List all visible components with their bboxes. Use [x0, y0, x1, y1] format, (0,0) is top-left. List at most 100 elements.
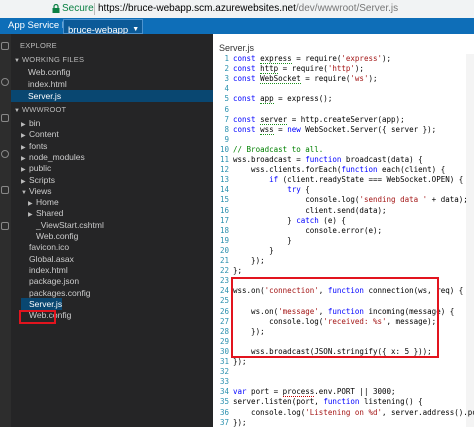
line-number: 21 — [219, 256, 229, 265]
code-line[interactable]: }); — [233, 418, 247, 427]
address-divider — [94, 3, 95, 15]
tree-folder[interactable]: ▶ node_modules — [21, 151, 85, 163]
line-number: 5 — [224, 94, 229, 104]
wwwroot-label: WWWROOT — [22, 105, 67, 114]
tree-item-label: Global.asax — [29, 253, 74, 264]
tree-folder[interactable]: ▶ Scripts — [21, 174, 55, 186]
line-number: 18 — [219, 225, 229, 235]
working-files-label: WORKING FILES — [22, 55, 85, 64]
tree-file[interactable]: _ViewStart.cshtml — [28, 219, 104, 231]
line-number: 32 — [219, 367, 229, 377]
working-file-item[interactable]: Web.config — [28, 66, 70, 78]
tree-folder[interactable]: ▶ Content — [21, 128, 59, 140]
tree-file[interactable]: favicon.ico — [21, 241, 69, 253]
file-title: Server.js — [219, 43, 255, 53]
working-files-header[interactable]: ▼ WORKING FILES — [14, 54, 84, 66]
git-icon[interactable] — [1, 114, 9, 122]
line-number: 16 — [219, 205, 229, 215]
line-number: 2 — [224, 64, 229, 74]
address-bar[interactable]: Secure https://bruce-webapp.scm.azureweb… — [0, 0, 474, 19]
tree-file[interactable]: Server.js — [21, 297, 63, 310]
line-number: 36 — [219, 407, 229, 417]
line-number: 35 — [219, 397, 229, 407]
console-icon[interactable] — [1, 222, 9, 230]
files-icon[interactable] — [1, 42, 9, 50]
tree-folder[interactable]: ▼ Views — [21, 185, 52, 197]
code-line[interactable]: const wss = new WebSocket.Server({ serve… — [233, 124, 436, 135]
tree-item-label: index.html — [29, 264, 68, 275]
code-line[interactable]: const express = require('express'); — [233, 54, 391, 64]
code-line[interactable]: server.listen(port, function listening()… — [233, 397, 423, 406]
line-number: 19 — [219, 235, 229, 245]
code-line[interactable]: }; — [233, 266, 242, 275]
code-line[interactable]: }); — [233, 357, 247, 366]
code-line[interactable]: if (client.readyState === WebSocket.OPEN… — [233, 175, 463, 184]
tree-item-label: public — [29, 163, 52, 174]
site-dropdown-button[interactable]: bruce-webapp ▼ — [63, 19, 144, 36]
tree-folder[interactable]: ▶ bin — [21, 117, 40, 129]
line-number: 28 — [219, 326, 229, 336]
line-number: 3 — [224, 74, 229, 84]
output-icon[interactable] — [1, 186, 9, 194]
wwwroot-header[interactable]: ▼ WWWROOT — [14, 104, 66, 116]
lock-icon — [52, 4, 60, 13]
tree-folder[interactable]: ▶ fonts — [21, 140, 47, 152]
tree-item-label: Content — [29, 129, 59, 140]
debug-icon[interactable] — [1, 150, 9, 158]
code-line[interactable]: const server = http.createServer(app); — [233, 114, 405, 125]
working-file-item[interactable]: Server.js — [11, 90, 213, 102]
url-host: https://bruce-webapp.scm.azurewebsites.n… — [98, 3, 296, 14]
line-number: 14 — [219, 185, 229, 195]
tree-file[interactable]: index.html — [21, 264, 68, 276]
line-number: 7 — [224, 114, 229, 124]
code-line[interactable]: var port = process.env.PORT || 3000; — [233, 387, 396, 398]
code-line[interactable]: } — [233, 236, 292, 245]
code-line[interactable]: client.send(data); — [233, 206, 386, 215]
code-line[interactable]: wss.broadcast = function broadcast(data)… — [233, 155, 423, 164]
search-icon[interactable] — [1, 78, 9, 86]
line-number: 25 — [219, 296, 229, 306]
code-line[interactable]: // Broadcast to all. — [233, 145, 323, 154]
editor-scrollbar[interactable] — [466, 54, 474, 427]
tree-file[interactable]: package.json — [21, 275, 79, 287]
tree-item-label: node_modules — [29, 151, 85, 162]
code-line[interactable]: console.log('Listening on %d', server.ad… — [233, 408, 474, 417]
code-line[interactable]: wss.clients.forEach(function each(client… — [233, 165, 445, 174]
line-number: 22 — [219, 266, 229, 276]
tree-file[interactable]: packages.config — [21, 287, 90, 299]
working-file-item[interactable]: index.html — [28, 78, 67, 90]
url-text[interactable]: https://bruce-webapp.scm.azurewebsites.n… — [98, 3, 398, 14]
tree-folder[interactable]: ▶ Home — [28, 196, 59, 208]
line-number: 1 — [224, 54, 229, 63]
line-number: 24 — [219, 286, 229, 296]
code-line[interactable]: try { — [233, 185, 310, 194]
line-number: 9 — [224, 134, 229, 144]
tree-folder[interactable]: ▶ Shared — [28, 207, 63, 219]
tree-file[interactable]: Web.config — [28, 230, 78, 242]
line-number: 37 — [219, 417, 229, 427]
code-line[interactable]: }); — [233, 256, 265, 265]
code-line[interactable]: const app = express(); — [233, 94, 332, 105]
tree-item-label: Scripts — [29, 174, 55, 185]
code-line[interactable]: console.log('sending data ' + data); — [233, 195, 468, 204]
code-highlight-box — [231, 277, 439, 358]
line-number: 33 — [219, 377, 229, 387]
code-line[interactable]: const http = require('http'); — [233, 64, 364, 75]
activity-bar — [0, 34, 11, 427]
code-line[interactable]: } catch (e) { — [233, 216, 346, 225]
tree-item-label: _ViewStart.cshtml — [36, 219, 104, 230]
editor-header: App Service Editor bruce-webapp ▼ — [0, 18, 474, 36]
code-line[interactable]: const WebSocket = require('ws'); — [233, 74, 378, 85]
line-number: 12 — [219, 165, 229, 175]
secure-label: Secure — [62, 3, 94, 14]
tree-folder[interactable]: ▶ public — [21, 162, 51, 174]
code-line[interactable]: console.error(e); — [233, 226, 382, 235]
line-number: 17 — [219, 215, 229, 225]
chevron-down-icon: ▼ — [14, 58, 21, 64]
code-line[interactable]: } — [233, 246, 274, 255]
tree-item-label: Shared — [36, 208, 64, 219]
line-number: 29 — [219, 336, 229, 346]
line-number: 30 — [219, 346, 229, 356]
line-number: 20 — [219, 245, 229, 255]
tree-file[interactable]: Global.asax — [21, 253, 74, 265]
